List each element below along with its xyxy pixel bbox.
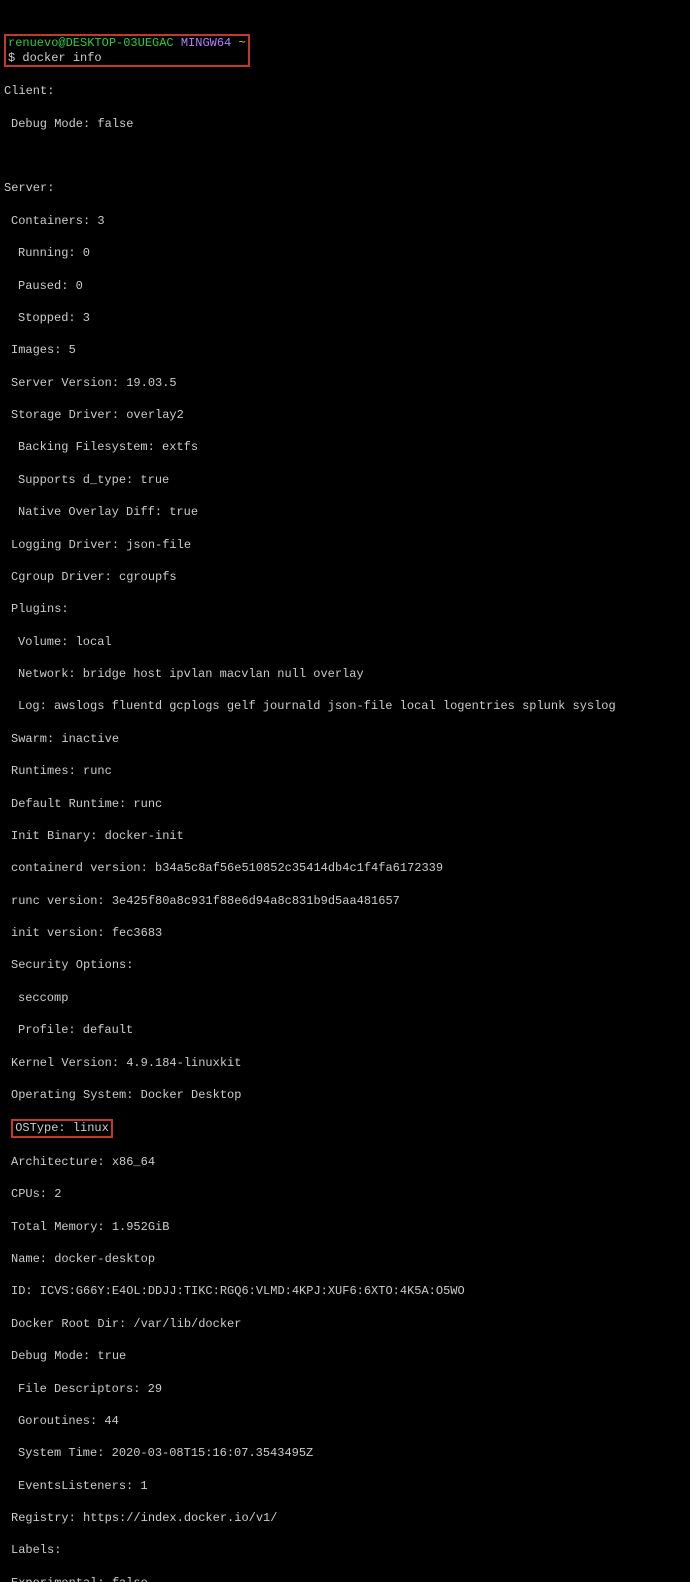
architecture: Architecture: x86_64 (4, 1154, 686, 1170)
runc-version: runc version: 3e425f80a8c931f88e6d94a8c8… (4, 893, 686, 909)
seccomp-profile: Profile: default (4, 1022, 686, 1038)
prompt-user: renuevo@DESKTOP-03UEGAC (8, 36, 174, 50)
init-binary: Init Binary: docker-init (4, 828, 686, 844)
prompt-env: MINGW64 (181, 36, 231, 50)
cpus: CPUs: 2 (4, 1186, 686, 1202)
native-overlay: Native Overlay Diff: true (4, 504, 686, 520)
client-debug-mode: Debug Mode: false (4, 116, 686, 132)
server-paused: Paused: 0 (4, 278, 686, 294)
backing-fs: Backing Filesystem: extfs (4, 439, 686, 455)
experimental: Experimental: false (4, 1575, 686, 1582)
blank-line (4, 148, 686, 164)
cgroup-driver: Cgroup Driver: cgroupfs (4, 569, 686, 585)
containerd-version: containerd version: b34a5c8af56e510852c3… (4, 860, 686, 876)
supports-dtype: Supports d_type: true (4, 472, 686, 488)
ostype: OSType: linux (15, 1121, 109, 1135)
ostype-line: OSType: linux (4, 1119, 686, 1137)
plugins-header: Plugins: (4, 601, 686, 617)
operating-system: Operating System: Docker Desktop (4, 1087, 686, 1103)
total-memory: Total Memory: 1.952GiB (4, 1219, 686, 1235)
plugin-volume: Volume: local (4, 634, 686, 650)
server-images: Images: 5 (4, 342, 686, 358)
default-runtime: Default Runtime: runc (4, 796, 686, 812)
prompt-tilde: ~ (238, 36, 245, 50)
logging-driver: Logging Driver: json-file (4, 537, 686, 553)
goroutines: Goroutines: 44 (4, 1413, 686, 1429)
registry: Registry: https://index.docker.io/v1/ (4, 1510, 686, 1526)
command-text: docker info (22, 51, 101, 65)
ostype-highlight-box: OSType: linux (11, 1119, 113, 1137)
prompt-line: renuevo@DESKTOP-03UEGAC MINGW64 ~ $ dock… (4, 34, 686, 67)
hostname: Name: docker-desktop (4, 1251, 686, 1267)
plugin-log: Log: awslogs fluentd gcplogs gelf journa… (4, 698, 686, 714)
labels: Labels: (4, 1542, 686, 1558)
client-header: Client: (4, 83, 686, 99)
server-containers: Containers: 3 (4, 213, 686, 229)
server-version: Server Version: 19.03.5 (4, 375, 686, 391)
kernel-version: Kernel Version: 4.9.184-linuxkit (4, 1055, 686, 1071)
docker-root-dir: Docker Root Dir: /var/lib/docker (4, 1316, 686, 1332)
storage-driver: Storage Driver: overlay2 (4, 407, 686, 423)
server-running: Running: 0 (4, 245, 686, 261)
server-header: Server: (4, 180, 686, 196)
seccomp: seccomp (4, 990, 686, 1006)
command-highlight-box: renuevo@DESKTOP-03UEGAC MINGW64 ~ $ dock… (4, 34, 250, 67)
swarm: Swarm: inactive (4, 731, 686, 747)
plugin-network: Network: bridge host ipvlan macvlan null… (4, 666, 686, 682)
init-version: init version: fec3683 (4, 925, 686, 941)
security-options: Security Options: (4, 957, 686, 973)
events-listeners: EventsListeners: 1 (4, 1478, 686, 1494)
system-time: System Time: 2020-03-08T15:16:07.3543495… (4, 1445, 686, 1461)
terminal-window[interactable]: renuevo@DESKTOP-03UEGAC MINGW64 ~ $ dock… (0, 0, 690, 1582)
server-stopped: Stopped: 3 (4, 310, 686, 326)
node-id: ID: ICVS:G66Y:E4OL:DDJJ:TIKC:RGQ6:VLMD:4… (4, 1283, 686, 1299)
runtimes: Runtimes: runc (4, 763, 686, 779)
server-debug-mode: Debug Mode: true (4, 1348, 686, 1364)
prompt-dollar: $ (8, 51, 15, 65)
file-descriptors: File Descriptors: 29 (4, 1381, 686, 1397)
